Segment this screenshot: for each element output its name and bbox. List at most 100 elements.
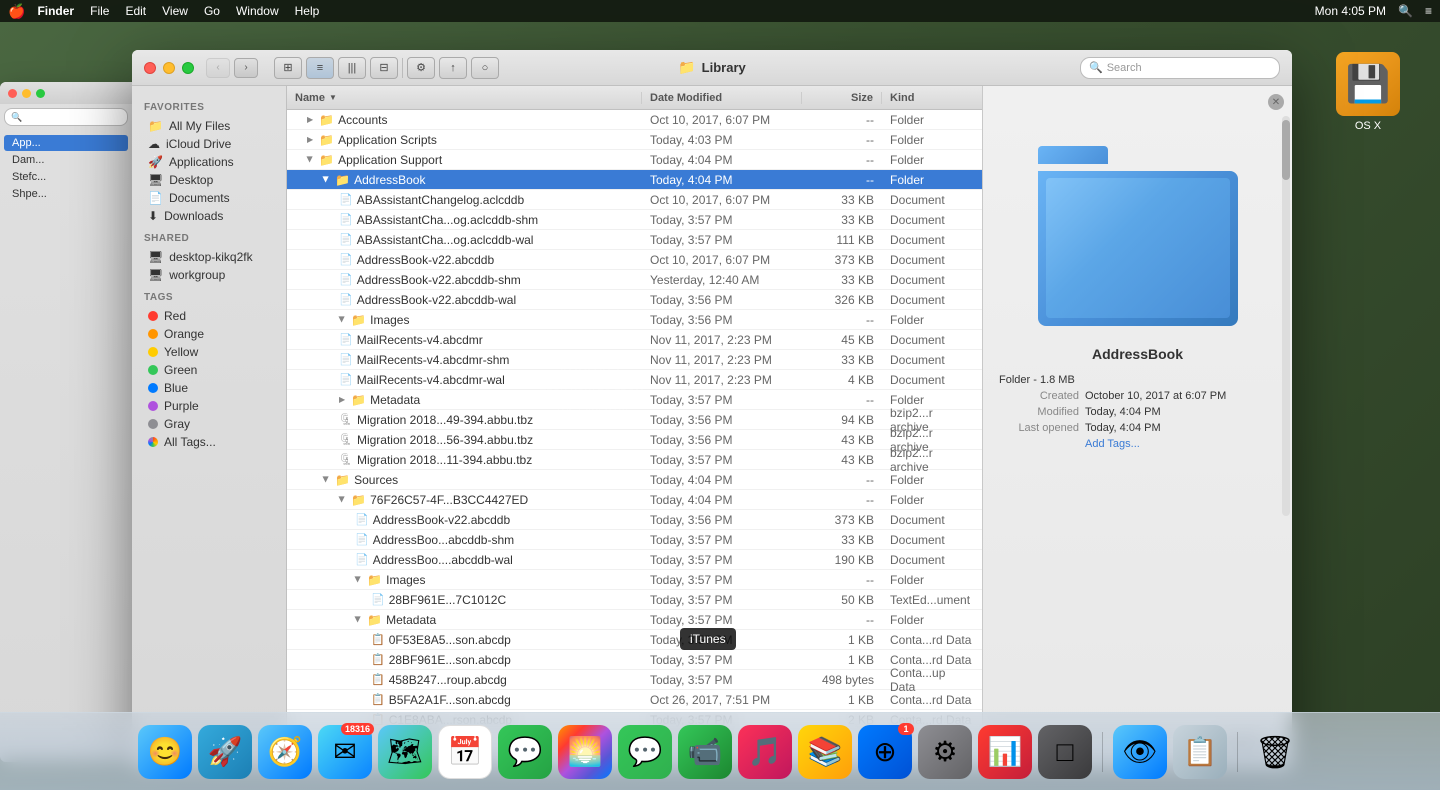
dock-item-notification[interactable]: 📋 xyxy=(1173,725,1227,779)
sidebar-tag-gray[interactable]: Gray xyxy=(136,415,282,433)
expand-triangle[interactable]: ▶ xyxy=(322,476,331,482)
dock-item-launchpad[interactable]: 🚀 xyxy=(198,725,252,779)
sidebar-tag-yellow[interactable]: Yellow xyxy=(136,343,282,361)
dock-item-trash[interactable]: 🗑 xyxy=(1248,725,1302,779)
preview-scrollbar-thumb[interactable] xyxy=(1282,120,1290,180)
table-row[interactable]: ▶ 📁 Application Support Today, 4:04 PM -… xyxy=(287,150,982,170)
dock-item-activity-monitor[interactable]: 📊 xyxy=(978,725,1032,779)
dock-item-photos[interactable]: 🌅 xyxy=(558,725,612,779)
small-traffic-yellow[interactable] xyxy=(22,89,31,98)
header-size[interactable]: Size xyxy=(802,92,882,104)
table-row[interactable]: ▶ 📁 Images Today, 3:56 PM -- Folder xyxy=(287,310,982,330)
dock-item-finder[interactable]: 😊 xyxy=(138,725,192,779)
dock-item-mail[interactable]: ✉ 18316 xyxy=(318,725,372,779)
osx-volume-icon[interactable]: 💾 OS X xyxy=(1336,52,1400,132)
table-row[interactable]: 📋 0F53E8A5...son.abcdp Today, 3:57 PM 1 … xyxy=(287,630,982,650)
apple-menu[interactable]: 🍎 xyxy=(8,3,25,20)
table-row[interactable]: ▶ 📁 AddressBook Today, 4:04 PM -- Folder xyxy=(287,170,982,190)
add-tags-link[interactable]: Add Tags... xyxy=(1085,438,1140,450)
expand-triangle[interactable]: ▶ xyxy=(322,176,331,182)
dock-item-imessage[interactable]: 💬 xyxy=(618,725,672,779)
table-row[interactable]: ▶ 📁 Images Today, 3:57 PM -- Folder xyxy=(287,570,982,590)
expand-triangle[interactable]: ▶ xyxy=(354,616,363,622)
small-traffic-red[interactable] xyxy=(8,89,17,98)
expand-triangle[interactable]: ▶ xyxy=(338,316,347,322)
table-row[interactable]: ▶ 📁 Metadata Today, 3:57 PM -- Folder xyxy=(287,610,982,630)
menubar-go[interactable]: Go xyxy=(204,4,220,18)
sidebar-item-documents[interactable]: 📄 Documents xyxy=(136,189,282,207)
sidebar-tag-orange[interactable]: Orange xyxy=(136,325,282,343)
table-row[interactable]: ▶ 📁 76F26C57-4F...B3CC4427ED Today, 4:04… xyxy=(287,490,982,510)
menubar-help[interactable]: Help xyxy=(295,4,320,18)
small-finder-item-dam[interactable]: Dam... xyxy=(4,152,128,168)
icon-view-button[interactable]: ⊞ xyxy=(274,57,302,79)
sidebar-item-all-my-files[interactable]: 📁 All My Files xyxy=(136,117,282,135)
sidebar-item-desktop[interactable]: 🖥 Desktop xyxy=(136,171,282,189)
table-row[interactable]: ▶ 📁 Application Scripts Today, 4:03 PM -… xyxy=(287,130,982,150)
table-row[interactable]: 📄 MailRecents-v4.abcdmr-wal Nov 11, 2017… xyxy=(287,370,982,390)
dock-item-itunes[interactable]: 🎵 xyxy=(738,725,792,779)
small-search-box[interactable]: 🔍 xyxy=(4,108,128,126)
expand-triangle[interactable]: ▶ xyxy=(307,115,313,124)
table-row[interactable]: 📄 AddressBook-v22.abcddb-shm Yesterday, … xyxy=(287,270,982,290)
dock-item-calendar[interactable]: 📅 xyxy=(438,725,492,779)
preview-close-button[interactable]: ✕ xyxy=(1268,94,1284,110)
table-row[interactable]: ▶ 📁 Sources Today, 4:04 PM -- Folder xyxy=(287,470,982,490)
table-row[interactable]: 📄 ABAssistantCha...og.aclcddb-shm Today,… xyxy=(287,210,982,230)
expand-triangle[interactable]: ▶ xyxy=(354,576,363,582)
table-row[interactable]: 📄 AddressBook-v22.abcddb-wal Today, 3:56… xyxy=(287,290,982,310)
sidebar-item-icloud[interactable]: ☁ iCloud Drive xyxy=(136,135,282,153)
forward-button[interactable]: › xyxy=(234,58,258,78)
sidebar-tag-blue[interactable]: Blue xyxy=(136,379,282,397)
table-row[interactable]: 📄 MailRecents-v4.abcdmr-shm Nov 11, 2017… xyxy=(287,350,982,370)
small-traffic-green[interactable] xyxy=(36,89,45,98)
expand-triangle[interactable]: ▶ xyxy=(306,156,315,162)
fullscreen-button[interactable] xyxy=(182,62,194,74)
table-row[interactable]: 📄 ABAssistantChangelog.aclcddb Oct 10, 2… xyxy=(287,190,982,210)
menubar-window[interactable]: Window xyxy=(236,4,279,18)
table-row[interactable]: 🗜 Migration 2018...56-394.abbu.tbz Today… xyxy=(287,430,982,450)
sidebar-tag-purple[interactable]: Purple xyxy=(136,397,282,415)
table-row[interactable]: 📋 B5FA2A1F...son.abcdg Oct 26, 2017, 7:5… xyxy=(287,690,982,710)
table-row[interactable]: 📄 28BF961E...7C1012C Today, 3:57 PM 50 K… xyxy=(287,590,982,610)
header-kind[interactable]: Kind xyxy=(882,92,982,104)
table-row[interactable]: 📄 AddressBoo...abcddb-shm Today, 3:57 PM… xyxy=(287,530,982,550)
menubar-edit[interactable]: Edit xyxy=(125,4,146,18)
table-row[interactable]: 📋 458B247...roup.abcdg Today, 3:57 PM 49… xyxy=(287,670,982,690)
menubar-notification-icon[interactable]: ≡ xyxy=(1425,4,1432,18)
sidebar-all-tags[interactable]: All Tags... xyxy=(136,433,282,451)
menubar-view[interactable]: View xyxy=(162,4,188,18)
minimize-button[interactable] xyxy=(163,62,175,74)
dock-item-ibooks[interactable]: 📚 xyxy=(798,725,852,779)
table-row[interactable]: 📋 28BF961E...son.abcdp Today, 3:57 PM 1 … xyxy=(287,650,982,670)
dock-item-maps[interactable]: 🗺 xyxy=(378,725,432,779)
table-row[interactable]: 📄 AddressBook-v22.abcddb Oct 10, 2017, 6… xyxy=(287,250,982,270)
column-view-button[interactable]: ||| xyxy=(338,57,366,79)
action-button[interactable]: ⚙ xyxy=(407,57,435,79)
expand-triangle[interactable]: ▶ xyxy=(338,496,347,502)
table-row[interactable]: 🗜 Migration 2018...49-394.abbu.tbz Today… xyxy=(287,410,982,430)
sidebar-tag-red[interactable]: Red xyxy=(136,307,282,325)
back-button[interactable]: ‹ xyxy=(206,58,230,78)
table-row[interactable]: 📄 AddressBoo....abcddb-wal Today, 3:57 P… xyxy=(287,550,982,570)
header-modified[interactable]: Date Modified xyxy=(642,92,802,104)
expand-triangle[interactable]: ▶ xyxy=(307,135,313,144)
close-button[interactable] xyxy=(144,62,156,74)
menubar-finder[interactable]: Finder xyxy=(37,4,74,18)
menubar-file[interactable]: File xyxy=(90,4,109,18)
small-finder-item-shpe[interactable]: Shpe... xyxy=(4,186,128,202)
table-row[interactable]: ▶ 📁 Accounts Oct 10, 2017, 6:07 PM -- Fo… xyxy=(287,110,982,130)
share-button[interactable]: ↑ xyxy=(439,57,467,79)
dock-item-appstore[interactable]: ⊕ 1 xyxy=(858,725,912,779)
header-name[interactable]: Name ▼ xyxy=(287,92,642,104)
menubar-search-icon[interactable]: 🔍 xyxy=(1398,4,1413,18)
sidebar-tag-green[interactable]: Green xyxy=(136,361,282,379)
expand-triangle[interactable]: ▶ xyxy=(339,395,345,404)
sidebar-item-desktop-kikq[interactable]: 🖥 desktop-kikq2fk xyxy=(136,248,282,266)
tag-button[interactable]: ○ xyxy=(471,57,499,79)
sidebar-item-workgroup[interactable]: 🖥 workgroup xyxy=(136,266,282,284)
dock-item-messages[interactable]: 💬 xyxy=(498,725,552,779)
table-row[interactable]: 🗜 Migration 2018...11-394.abbu.tbz Today… xyxy=(287,450,982,470)
file-list[interactable]: Name ▼ Date Modified Size Kind ▶ 📁 Accou… xyxy=(287,86,982,770)
dock-item-preview[interactable]: 👁 xyxy=(1113,725,1167,779)
